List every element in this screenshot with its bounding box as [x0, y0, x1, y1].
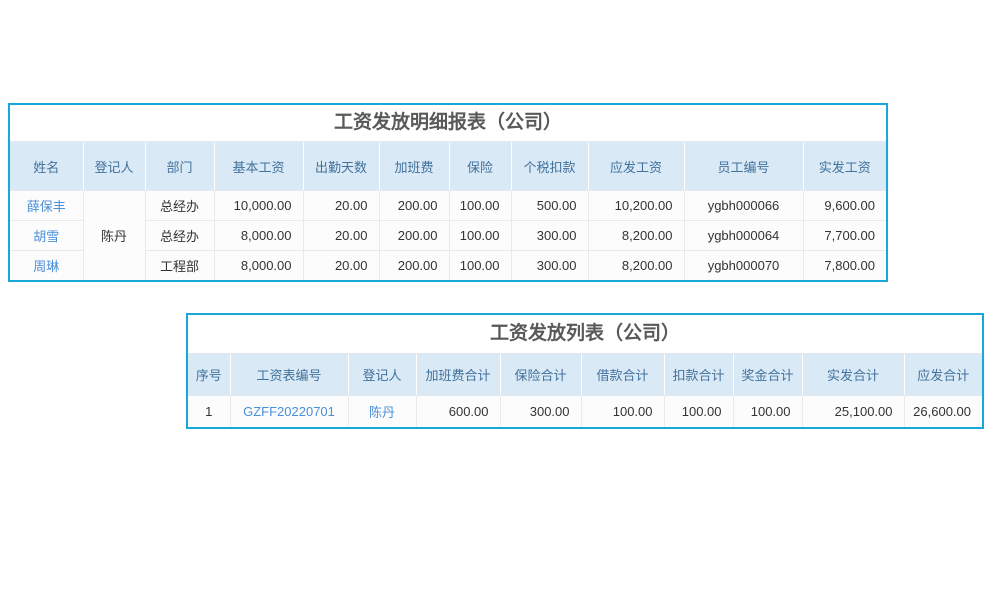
insurance-cell: 100.00	[449, 251, 511, 281]
col-header-registrar: 登记人	[348, 354, 416, 396]
col-header-payroll-no: 工资表编号	[230, 354, 348, 396]
col-header-gross-pay: 应发工资	[588, 142, 684, 191]
col-header-net-total: 实发合计	[802, 354, 904, 396]
attendance-days-cell: 20.00	[303, 221, 379, 251]
overtime-pay-cell: 200.00	[379, 221, 449, 251]
net-total-cell: 25,100.00	[802, 396, 904, 428]
col-header-registrar: 登记人	[83, 142, 145, 191]
col-header-insurance-total: 保险合计	[500, 354, 581, 396]
gross-pay-cell: 8,200.00	[588, 221, 684, 251]
employee-id-cell: ygbh000066	[684, 191, 803, 221]
employee-name-link[interactable]: 胡雪	[10, 221, 83, 251]
table-row: 1 GZFF20220701 陈丹 600.00 300.00 100.00 1…	[188, 396, 982, 428]
insurance-total-cell: 300.00	[500, 396, 581, 428]
col-header-overtime-pay: 加班费	[379, 142, 449, 191]
col-header-gross-total: 应发合计	[904, 354, 982, 396]
bonus-total-cell: 100.00	[733, 396, 802, 428]
attendance-days-cell: 20.00	[303, 191, 379, 221]
gross-pay-cell: 8,200.00	[588, 251, 684, 281]
overtime-total-cell: 600.00	[416, 396, 500, 428]
gross-pay-cell: 10,200.00	[588, 191, 684, 221]
employee-id-cell: ygbh000070	[684, 251, 803, 281]
detail-report-panel: 工资发放明细报表（公司） 姓名 登记人 部门 基本工资 出勤天数 加班费 保险 …	[8, 103, 888, 282]
deduction-total-cell: 100.00	[664, 396, 733, 428]
col-header-department: 部门	[145, 142, 214, 191]
net-pay-cell: 7,700.00	[803, 221, 886, 251]
registrar-cell: 陈丹	[83, 191, 145, 281]
payroll-list-panel: 工资发放列表（公司） 序号 工资表编号 登记人 加班费合计 保险合计 借款合计 …	[186, 313, 984, 429]
employee-name-link[interactable]: 薛保丰	[10, 191, 83, 221]
net-pay-cell: 9,600.00	[803, 191, 886, 221]
overtime-pay-cell: 200.00	[379, 191, 449, 221]
gross-total-cell: 26,600.00	[904, 396, 982, 428]
registrar-link[interactable]: 陈丹	[348, 396, 416, 428]
attendance-days-cell: 20.00	[303, 251, 379, 281]
col-header-deduction-total: 扣款合计	[664, 354, 733, 396]
seq-cell: 1	[188, 396, 230, 428]
col-header-seq: 序号	[188, 354, 230, 396]
overtime-pay-cell: 200.00	[379, 251, 449, 281]
col-header-name: 姓名	[10, 142, 83, 191]
insurance-cell: 100.00	[449, 221, 511, 251]
department-cell: 总经办	[145, 221, 214, 251]
loan-total-cell: 100.00	[581, 396, 664, 428]
col-header-net-pay: 实发工资	[803, 142, 886, 191]
payroll-list-header-row: 序号 工资表编号 登记人 加班费合计 保险合计 借款合计 扣款合计 奖金合计 实…	[188, 354, 982, 396]
col-header-loan-total: 借款合计	[581, 354, 664, 396]
base-salary-cell: 8,000.00	[214, 251, 303, 281]
detail-report-title: 工资发放明细报表（公司）	[10, 105, 886, 141]
employee-name-link[interactable]: 周琳	[10, 251, 83, 281]
payroll-list-table: 序号 工资表编号 登记人 加班费合计 保险合计 借款合计 扣款合计 奖金合计 实…	[188, 353, 982, 427]
tax-deduction-cell: 300.00	[511, 251, 588, 281]
col-header-bonus-total: 奖金合计	[733, 354, 802, 396]
col-header-base-salary: 基本工资	[214, 142, 303, 191]
col-header-attendance-days: 出勤天数	[303, 142, 379, 191]
col-header-tax-deduction: 个税扣款	[511, 142, 588, 191]
department-cell: 工程部	[145, 251, 214, 281]
net-pay-cell: 7,800.00	[803, 251, 886, 281]
employee-id-cell: ygbh000064	[684, 221, 803, 251]
insurance-cell: 100.00	[449, 191, 511, 221]
detail-report-header-row: 姓名 登记人 部门 基本工资 出勤天数 加班费 保险 个税扣款 应发工资 员工编…	[10, 142, 886, 191]
base-salary-cell: 8,000.00	[214, 221, 303, 251]
table-row: 薛保丰 陈丹 总经办 10,000.00 20.00 200.00 100.00…	[10, 191, 886, 221]
tax-deduction-cell: 300.00	[511, 221, 588, 251]
tax-deduction-cell: 500.00	[511, 191, 588, 221]
col-header-overtime-total: 加班费合计	[416, 354, 500, 396]
col-header-insurance: 保险	[449, 142, 511, 191]
payroll-list-title: 工资发放列表（公司）	[188, 315, 982, 353]
department-cell: 总经办	[145, 191, 214, 221]
col-header-employee-id: 员工编号	[684, 142, 803, 191]
base-salary-cell: 10,000.00	[214, 191, 303, 221]
detail-report-table: 姓名 登记人 部门 基本工资 出勤天数 加班费 保险 个税扣款 应发工资 员工编…	[10, 141, 886, 280]
payroll-no-link[interactable]: GZFF20220701	[230, 396, 348, 428]
